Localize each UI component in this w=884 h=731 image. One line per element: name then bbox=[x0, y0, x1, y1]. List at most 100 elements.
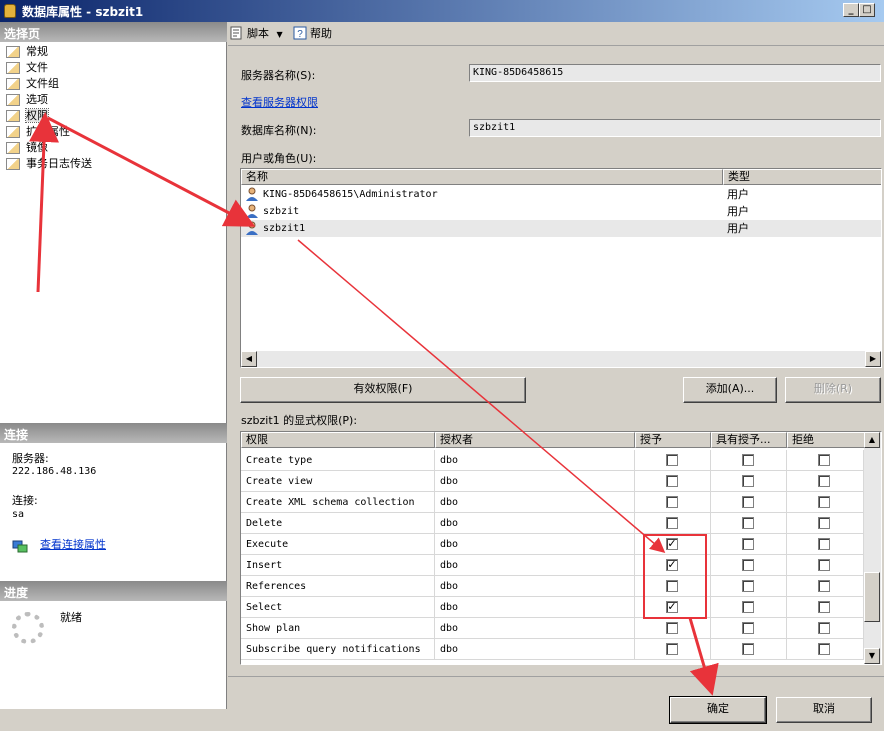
deny-checkbox[interactable] bbox=[818, 454, 830, 466]
grant-checkbox[interactable] bbox=[666, 580, 678, 592]
grant-checkbox[interactable] bbox=[666, 454, 678, 466]
database-name-field[interactable]: szbzit1 bbox=[469, 119, 881, 137]
permission-grantor: dbo bbox=[435, 618, 635, 639]
deny-checkbox[interactable] bbox=[818, 601, 830, 613]
grant-checkbox[interactable] bbox=[666, 517, 678, 529]
add-button[interactable]: 添加(A)... bbox=[683, 377, 777, 403]
connection-properties-icon bbox=[12, 540, 28, 553]
chevron-down-icon: ▼ bbox=[276, 30, 283, 39]
deny-checkbox[interactable] bbox=[818, 517, 830, 529]
permission-row: Create view dbo bbox=[241, 471, 864, 492]
with-grant-checkbox[interactable] bbox=[742, 454, 754, 466]
page-icon bbox=[6, 62, 20, 74]
permission-grantor: dbo bbox=[435, 597, 635, 618]
permission-name: Create type bbox=[241, 450, 435, 471]
scroll-left-icon[interactable]: ◀ bbox=[241, 351, 257, 367]
permissions-vertical-scrollbar[interactable]: ▲ ▼ bbox=[864, 432, 881, 664]
perm-column-with-grant[interactable]: 具有授予... bbox=[711, 432, 787, 448]
nav-page-item[interactable]: 扩展属性 bbox=[6, 124, 92, 140]
grant-checkbox[interactable]: ✓ bbox=[666, 559, 678, 571]
permission-grantor: dbo bbox=[435, 492, 635, 513]
nav-page-item[interactable]: 文件 bbox=[6, 60, 92, 76]
grant-checkbox[interactable]: ✓ bbox=[666, 601, 678, 613]
effective-permissions-button[interactable]: 有效权限(F) bbox=[240, 377, 526, 403]
deny-checkbox[interactable] bbox=[818, 475, 830, 487]
deny-checkbox[interactable] bbox=[818, 538, 830, 550]
deny-checkbox[interactable] bbox=[818, 622, 830, 634]
nav-page-item[interactable]: 文件组 bbox=[6, 76, 92, 92]
with-grant-checkbox[interactable] bbox=[742, 496, 754, 508]
nav-page-item[interactable]: 事务日志传送 bbox=[6, 156, 92, 172]
with-grant-checkbox[interactable] bbox=[742, 601, 754, 613]
select-page-header: 选择页 bbox=[0, 22, 227, 42]
title-bar[interactable]: 数据库属性 - szbzit1 _ □ bbox=[0, 0, 884, 22]
view-connection-properties-link[interactable]: 查看连接属性 bbox=[40, 538, 106, 551]
grant-checkbox[interactable]: ✓ bbox=[666, 538, 678, 550]
permission-name: Create view bbox=[241, 471, 435, 492]
with-grant-checkbox[interactable] bbox=[742, 643, 754, 655]
page-icon bbox=[6, 78, 20, 90]
scroll-right-icon[interactable]: ▶ bbox=[865, 351, 881, 367]
with-grant-checkbox[interactable] bbox=[742, 475, 754, 487]
user-icon bbox=[246, 187, 258, 201]
perm-column-deny[interactable]: 拒绝 bbox=[787, 432, 865, 448]
permission-row: Insert dbo ✓ bbox=[241, 555, 864, 576]
script-button[interactable]: 脚本 ▼ bbox=[230, 26, 283, 42]
permission-grantor: dbo bbox=[435, 450, 635, 471]
users-horizontal-scrollbar[interactable]: ◀ ▶ bbox=[241, 351, 881, 367]
with-grant-checkbox[interactable] bbox=[742, 559, 754, 571]
user-row[interactable]: KING-85D6458615\Administrator 用户 bbox=[241, 186, 881, 203]
connection-label: 连接: bbox=[12, 494, 38, 507]
permission-name: Show plan bbox=[241, 618, 435, 639]
user-row[interactable]: szbzit 用户 bbox=[241, 203, 881, 220]
permission-row: Show plan dbo bbox=[241, 618, 864, 639]
users-list[interactable]: 名称 类型 KING-85D6458615\Administrator 用户 szb… bbox=[240, 168, 882, 368]
nav-page-label: 常规 bbox=[26, 45, 48, 58]
scroll-up-icon[interactable]: ▲ bbox=[864, 432, 880, 448]
permission-row: References dbo bbox=[241, 576, 864, 597]
grant-checkbox[interactable] bbox=[666, 622, 678, 634]
scroll-down-icon[interactable]: ▼ bbox=[864, 648, 880, 664]
user-type: 用户 bbox=[727, 222, 749, 235]
deny-checkbox[interactable] bbox=[818, 559, 830, 571]
deny-checkbox[interactable] bbox=[818, 580, 830, 592]
server-name-field[interactable]: KING-85D6458615 bbox=[469, 64, 881, 82]
perm-column-grant[interactable]: 授予 bbox=[635, 432, 711, 448]
cancel-button[interactable]: 取消 bbox=[776, 697, 872, 723]
grant-checkbox[interactable] bbox=[666, 496, 678, 508]
permission-row: Create type dbo bbox=[241, 450, 864, 471]
with-grant-checkbox[interactable] bbox=[742, 538, 754, 550]
grant-checkbox[interactable] bbox=[666, 475, 678, 487]
help-button[interactable]: ? 帮助 bbox=[293, 26, 332, 42]
ok-button[interactable]: 确定 bbox=[669, 696, 767, 724]
progress-status: 就绪 bbox=[60, 611, 82, 624]
user-row[interactable]: szbzit1 用户 bbox=[241, 220, 881, 237]
users-column-type[interactable]: 类型 bbox=[723, 169, 881, 185]
permission-grantor: dbo bbox=[435, 555, 635, 576]
scroll-thumb[interactable] bbox=[864, 572, 880, 622]
users-or-roles-label: 用户或角色(U): bbox=[241, 152, 317, 165]
maximize-button[interactable]: □ bbox=[859, 3, 875, 17]
progress-spinner-icon bbox=[12, 612, 44, 644]
with-grant-checkbox[interactable] bbox=[742, 517, 754, 529]
perm-column-grantor[interactable]: 授权者 bbox=[435, 432, 635, 448]
perm-column-permission[interactable]: 权限 bbox=[241, 432, 435, 448]
with-grant-checkbox[interactable] bbox=[742, 622, 754, 634]
grant-checkbox[interactable] bbox=[666, 643, 678, 655]
permissions-grid[interactable]: 权限 授权者 授予 具有授予... 拒绝 Create type dbo Creat… bbox=[240, 431, 882, 665]
minimize-button[interactable]: _ bbox=[843, 3, 859, 17]
nav-page-item[interactable]: 选项 bbox=[6, 92, 92, 108]
view-server-permissions-link[interactable]: 查看服务器权限 bbox=[241, 94, 318, 110]
permission-name: Delete bbox=[241, 513, 435, 534]
permission-name: References bbox=[241, 576, 435, 597]
progress-header: 进度 bbox=[0, 581, 227, 601]
deny-checkbox[interactable] bbox=[818, 496, 830, 508]
nav-page-item[interactable]: 常规 bbox=[6, 44, 92, 60]
with-grant-checkbox[interactable] bbox=[742, 580, 754, 592]
remove-button[interactable]: 删除(R) bbox=[785, 377, 881, 403]
users-column-name[interactable]: 名称 bbox=[241, 169, 723, 185]
nav-page-item[interactable]: 权限 bbox=[6, 108, 92, 124]
permission-name: Subscribe query notifications bbox=[241, 639, 435, 660]
nav-page-item[interactable]: 镜像 bbox=[6, 140, 92, 156]
deny-checkbox[interactable] bbox=[818, 643, 830, 655]
